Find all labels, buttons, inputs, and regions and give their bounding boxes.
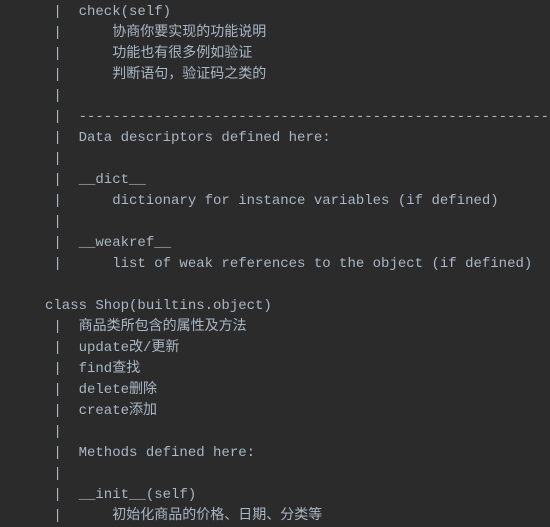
separator-line: | --------------------------------------… — [0, 107, 550, 128]
class-def-line: class Shop(builtins.object) — [0, 296, 550, 317]
code-line: | delete删除 — [0, 380, 550, 401]
code-line: | update改/更新 — [0, 338, 550, 359]
code-line: | __weakref__ — [0, 233, 550, 254]
code-line: | 商品类所包含的属性及方法 — [0, 317, 550, 338]
code-line: | — [0, 212, 550, 233]
code-line: | 初始化商品的价格、日期、分类等 — [0, 506, 550, 527]
code-line: | — [0, 464, 550, 485]
code-line: | Methods defined here: — [0, 443, 550, 464]
code-line: | __dict__ — [0, 170, 550, 191]
blank-line — [0, 275, 550, 296]
code-line: | — [0, 149, 550, 170]
code-line: | 判断语句，验证码之类的 — [0, 65, 550, 86]
code-line: | create添加 — [0, 401, 550, 422]
code-line: | 协商你要实现的功能说明 — [0, 23, 550, 44]
code-line: | — [0, 86, 550, 107]
code-line: | dictionary for instance variables (if … — [0, 191, 550, 212]
code-line: | list of weak references to the object … — [0, 254, 550, 275]
code-line: | __init__(self) — [0, 485, 550, 506]
code-line: | 功能也有很多例如验证 — [0, 44, 550, 65]
code-line: | Data descriptors defined here: — [0, 128, 550, 149]
code-line: | find查找 — [0, 359, 550, 380]
code-line: | — [0, 422, 550, 443]
help-output: | check(self) | 协商你要实现的功能说明 | 功能也有很多例如验证… — [0, 2, 550, 527]
code-line: | check(self) — [0, 2, 550, 23]
